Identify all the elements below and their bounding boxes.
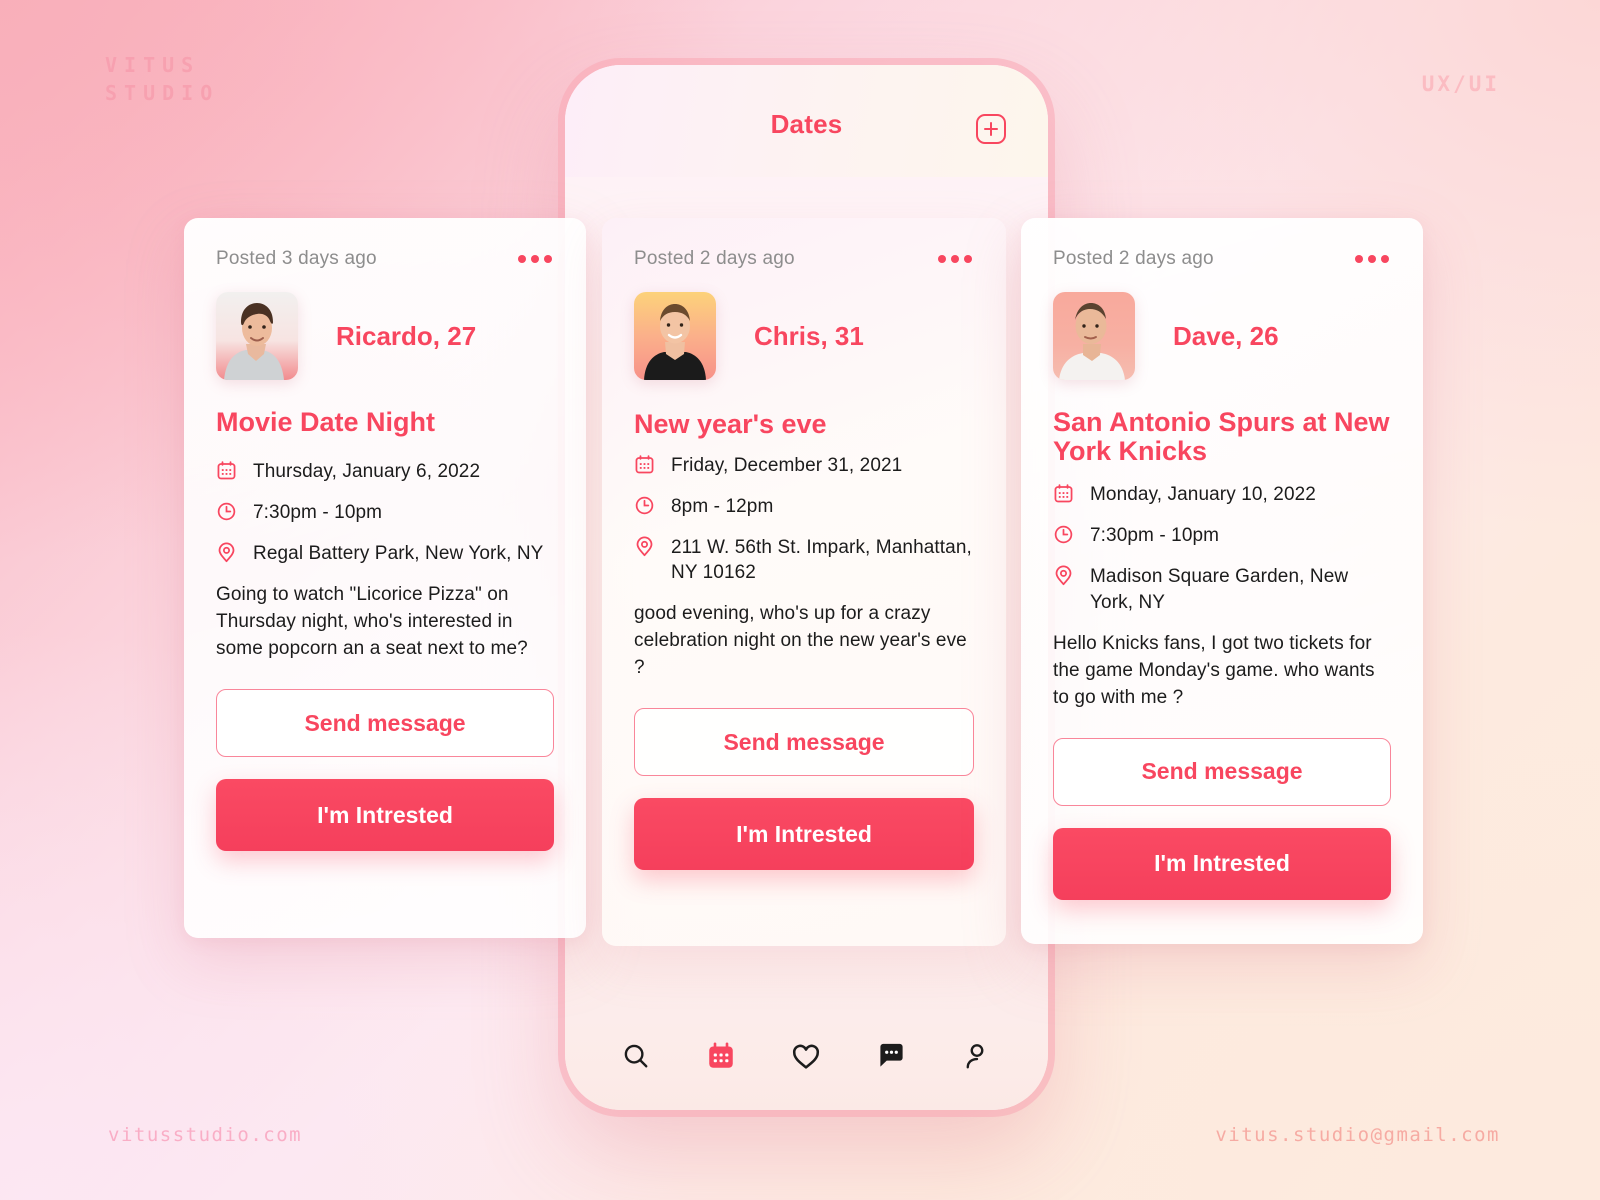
interested-button[interactable]: I'm Intrested [216, 779, 554, 852]
posted-time: Posted 2 days ago [1053, 248, 1214, 269]
heart-icon [790, 1040, 822, 1077]
send-message-button[interactable]: Send message [1053, 737, 1391, 806]
event-meta: Friday, December 31, 2021 8pm - 12pm 211… [634, 453, 974, 585]
person-name: Ricardo, 27 [336, 320, 477, 351]
event-date: Monday, January 10, 2022 [1090, 484, 1316, 506]
interested-button[interactable]: I'm Intrested [1053, 827, 1391, 900]
event-location: Regal Battery Park, New York, NY [253, 543, 544, 565]
event-description: Hello Knicks fans, I got two tickets for… [1053, 632, 1375, 708]
uxui-tag: UX/UI [1421, 72, 1500, 96]
chat-icon [876, 1040, 907, 1076]
calendar-icon [634, 454, 658, 475]
card-header: Posted 2 days ago [1053, 248, 1391, 270]
location-pin-icon [634, 536, 658, 557]
calendar-icon [216, 460, 240, 481]
app-header: Dates [565, 65, 1048, 177]
more-horizontal-icon[interactable] [516, 249, 554, 269]
person-row: Dave, 26 [1053, 292, 1391, 380]
event-location: 211 W. 56th St. Impark, Manhattan, NY 10… [671, 537, 972, 584]
contact-email: vitus.studio@gmail.com [1215, 1124, 1500, 1146]
search-icon [621, 1041, 651, 1076]
event-meta: Thursday, January 6, 2022 7:30pm - 10pm … [216, 459, 554, 566]
person-row: Ricardo, 27 [216, 292, 554, 380]
event-time-row: 8pm - 12pm [634, 494, 974, 519]
studio-watermark: VITUS STUDIO [105, 52, 219, 107]
plus-square-icon[interactable] [976, 114, 1006, 144]
avatar[interactable] [634, 292, 716, 380]
event-date-row: Thursday, January 6, 2022 [216, 459, 554, 484]
event-date: Thursday, January 6, 2022 [253, 461, 481, 483]
event-date-row: Monday, January 10, 2022 [1053, 482, 1391, 507]
more-horizontal-icon[interactable] [1353, 249, 1391, 269]
posted-time: Posted 2 days ago [634, 248, 795, 269]
clock-icon [1053, 524, 1077, 545]
clock-icon [216, 501, 240, 522]
card-header: Posted 2 days ago [634, 248, 974, 270]
event-location-row: Regal Battery Park, New York, NY [216, 541, 554, 566]
nav-item-profile[interactable] [950, 1031, 1004, 1085]
nav-item-likes[interactable] [779, 1031, 833, 1085]
send-message-button[interactable]: Send message [216, 689, 554, 758]
nav-item-dates[interactable] [694, 1031, 748, 1085]
person-icon [962, 1041, 992, 1076]
interested-button[interactable]: I'm Intrested [634, 798, 974, 871]
event-time: 8pm - 12pm [671, 496, 774, 518]
nav-item-search[interactable] [609, 1031, 663, 1085]
person-row: Chris, 31 [634, 292, 974, 380]
event-location-row: Madison Square Garden, New York, NY [1053, 564, 1391, 614]
event-meta: Monday, January 10, 2022 7:30pm - 10pm M… [1053, 482, 1391, 614]
avatar[interactable] [216, 292, 298, 380]
event-description: good evening, who's up for a crazy celeb… [634, 603, 967, 679]
event-location-row: 211 W. 56th St. Impark, Manhattan, NY 10… [634, 535, 974, 585]
nav-item-messages[interactable] [865, 1031, 919, 1085]
more-horizontal-icon[interactable] [936, 249, 974, 269]
send-message-button[interactable]: Send message [634, 708, 974, 777]
location-pin-icon [216, 542, 240, 563]
studio-name-line2: STUDIO [105, 80, 220, 105]
location-pin-icon [1053, 565, 1077, 586]
event-title: San Antonio Spurs at New York Knicks [1053, 407, 1390, 467]
date-card[interactable]: Posted 2 days ago Chris, 31 New year's e… [602, 218, 1006, 946]
calendar-icon [1053, 483, 1077, 504]
event-time-row: 7:30pm - 10pm [216, 500, 554, 525]
event-location: Madison Square Garden, New York, NY [1090, 566, 1349, 613]
person-name: Dave, 26 [1173, 320, 1279, 351]
studio-name-line1: VITUS [105, 53, 201, 77]
date-card[interactable]: Posted 3 days ago Ricardo, 27 Movie Date… [184, 218, 586, 938]
event-description: Going to watch "Licorice Pizza" on Thurs… [216, 584, 528, 660]
clock-icon [634, 495, 658, 516]
event-title: New year's eve [634, 409, 827, 439]
event-title: Movie Date Night [216, 407, 436, 437]
event-time: 7:30pm - 10pm [1090, 525, 1220, 547]
card-header: Posted 3 days ago [216, 248, 554, 270]
calendar-icon [706, 1041, 736, 1076]
website-url: vitusstudio.com [108, 1124, 303, 1146]
person-name: Chris, 31 [754, 320, 864, 351]
event-time: 7:30pm - 10pm [253, 502, 383, 524]
event-date-row: Friday, December 31, 2021 [634, 453, 974, 478]
date-card[interactable]: Posted 2 days ago Dave, 26 San Antonio S… [1021, 218, 1423, 944]
posted-time: Posted 3 days ago [216, 248, 377, 269]
bottom-navigation [565, 1018, 1048, 1110]
event-time-row: 7:30pm - 10pm [1053, 523, 1391, 548]
avatar[interactable] [1053, 292, 1135, 380]
event-date: Friday, December 31, 2021 [671, 455, 903, 477]
